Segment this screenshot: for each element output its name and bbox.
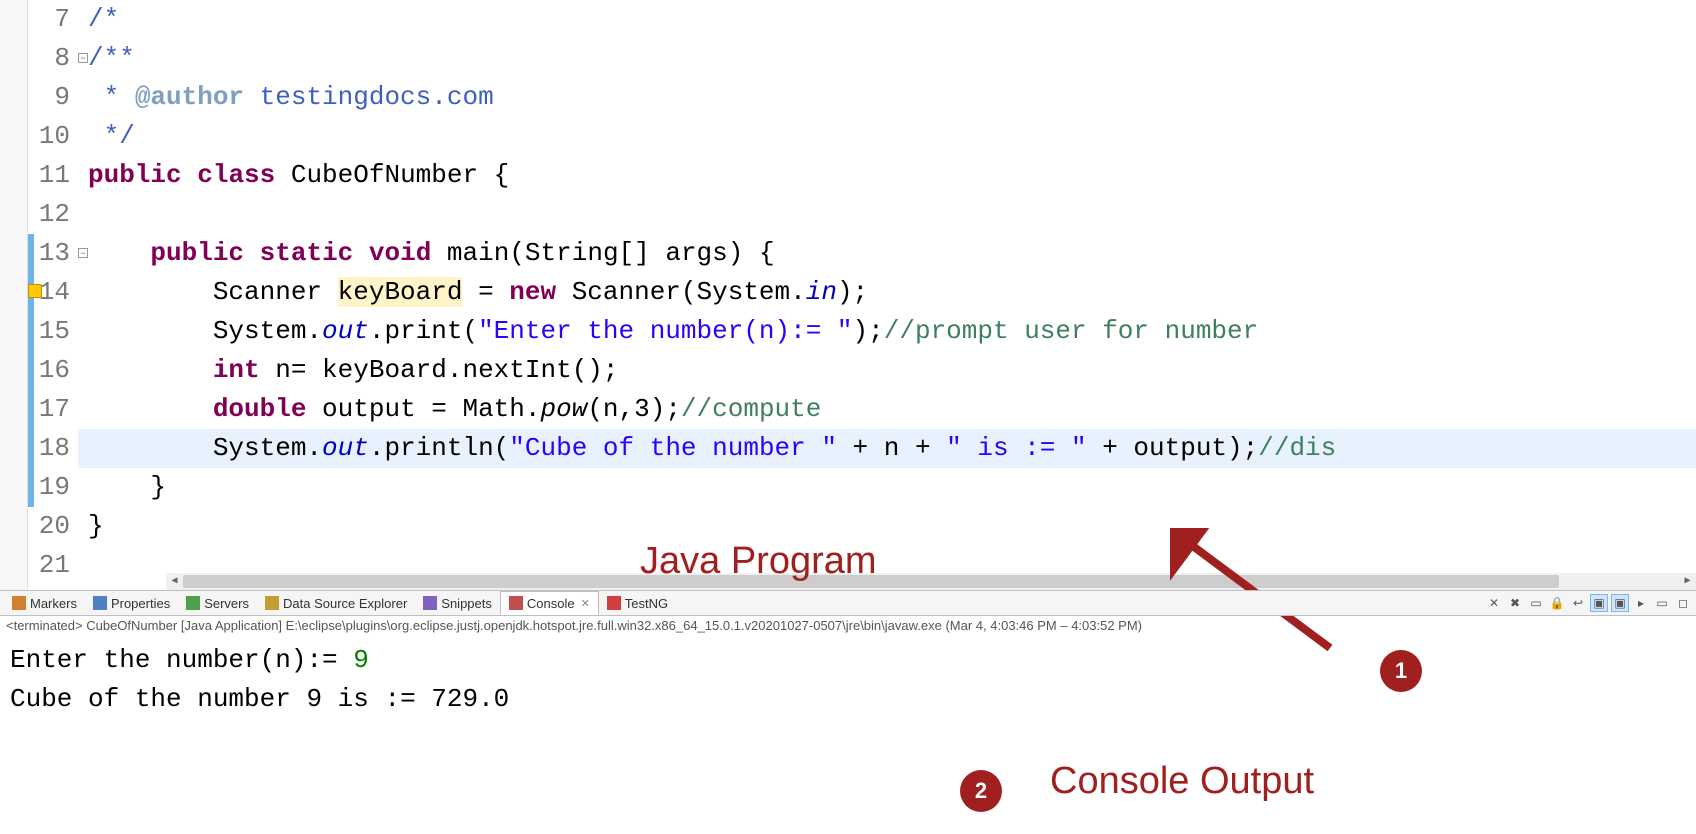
- tab-console[interactable]: Console ✕: [500, 591, 599, 615]
- line-number: 17: [28, 390, 78, 429]
- console-toolbar: ✕ ✖ ▭ 🔒 ↩ ▣ ▣ ▸ ▭ ◻: [1485, 594, 1692, 612]
- code-line[interactable]: System.out.println("Cube of the number "…: [78, 429, 1696, 468]
- code-line[interactable]: * @author testingdocs.com: [78, 78, 1696, 117]
- code-line[interactable]: /*: [78, 0, 1696, 39]
- line-number: 7: [28, 0, 78, 39]
- tab-label: TestNG: [625, 596, 668, 611]
- tab-icon: [93, 596, 107, 610]
- tab-label: Console: [527, 596, 575, 611]
- show-console-stdout-icon[interactable]: ▣: [1590, 594, 1608, 612]
- code-line[interactable]: }: [78, 507, 1696, 546]
- maximize-icon[interactable]: ◻: [1674, 594, 1692, 612]
- code-line[interactable]: Scanner keyBoard = new Scanner(System.in…: [78, 273, 1696, 312]
- code-line[interactable]: System.out.print("Enter the number(n):= …: [78, 312, 1696, 351]
- annotation-label-console: Console Output: [1050, 760, 1314, 803]
- line-number: 9: [28, 78, 78, 117]
- console-line: Cube of the number 9 is := 729.0: [10, 680, 1686, 719]
- tab-icon: [265, 596, 279, 610]
- horizontal-scrollbar[interactable]: ◀ ▶: [166, 573, 1696, 590]
- tab-label: Snippets: [441, 596, 492, 611]
- line-number: 19: [28, 468, 78, 507]
- console-output[interactable]: Enter the number(n):= 9 Cube of the numb…: [0, 635, 1696, 725]
- code-editor[interactable]: 789101112131415161718192021 /*/** * @aut…: [0, 0, 1696, 590]
- tab-markers[interactable]: Markers: [4, 591, 85, 615]
- tab-label: Data Source Explorer: [283, 596, 407, 611]
- console-line: Enter the number(n):= 9: [10, 641, 1686, 680]
- bottom-panel-tabs: Markers Properties Servers Data Source Expl…: [0, 590, 1696, 616]
- tab-testng[interactable]: TestNG: [599, 591, 676, 615]
- tab-icon: [423, 596, 437, 610]
- line-number: 10: [28, 117, 78, 156]
- scrollbar-track[interactable]: [183, 573, 1679, 590]
- code-pane[interactable]: /*/** * @author testingdocs.com */public…: [78, 0, 1696, 590]
- code-line[interactable]: /**: [78, 39, 1696, 78]
- code-line[interactable]: double output = Math.pow(n,3);//compute: [78, 390, 1696, 429]
- line-number: 18: [28, 429, 78, 468]
- scroll-lock-icon[interactable]: 🔒: [1548, 594, 1566, 612]
- close-icon[interactable]: ✕: [581, 597, 590, 610]
- line-number: 21: [28, 546, 78, 585]
- tab-label: Properties: [111, 596, 170, 611]
- code-line[interactable]: int n= keyBoard.nextInt();: [78, 351, 1696, 390]
- line-number: 8: [28, 39, 78, 78]
- line-number: 11: [28, 156, 78, 195]
- tab-properties[interactable]: Properties: [85, 591, 178, 615]
- line-number: 16: [28, 351, 78, 390]
- line-number: 12: [28, 195, 78, 234]
- annotation-badge-1: 1: [1380, 650, 1422, 692]
- code-line[interactable]: */: [78, 117, 1696, 156]
- remove-all-icon[interactable]: ✖: [1506, 594, 1524, 612]
- tab-servers[interactable]: Servers: [178, 591, 257, 615]
- tab-label: Markers: [30, 596, 77, 611]
- code-line[interactable]: }: [78, 468, 1696, 507]
- remove-launch-icon[interactable]: ✕: [1485, 594, 1503, 612]
- console-user-input: 9: [353, 645, 369, 675]
- tab-icon: [509, 596, 523, 610]
- line-number: 15: [28, 312, 78, 351]
- warning-icon[interactable]: [28, 284, 42, 298]
- editor-left-margin: [0, 0, 28, 590]
- tab-data-source-explorer[interactable]: Data Source Explorer: [257, 591, 415, 615]
- tab-icon: [607, 596, 621, 610]
- tab-icon: [186, 596, 200, 610]
- console-prompt-text: Enter the number(n):=: [10, 645, 353, 675]
- code-line[interactable]: public class CubeOfNumber {: [78, 156, 1696, 195]
- word-wrap-icon[interactable]: ↩: [1569, 594, 1587, 612]
- scroll-left-arrow-icon[interactable]: ◀: [166, 573, 183, 590]
- code-line[interactable]: [78, 195, 1696, 234]
- show-console-stderr-icon[interactable]: ▣: [1611, 594, 1629, 612]
- tab-snippets[interactable]: Snippets: [415, 591, 500, 615]
- fold-icon[interactable]: −: [78, 248, 88, 258]
- minimize-icon[interactable]: ▭: [1653, 594, 1671, 612]
- fold-icon[interactable]: −: [78, 53, 88, 63]
- scroll-right-arrow-icon[interactable]: ▶: [1679, 573, 1696, 590]
- method-marker-bar: [28, 234, 34, 507]
- annotation-label-program: Java Program: [640, 540, 877, 583]
- open-console-icon[interactable]: ▸: [1632, 594, 1650, 612]
- console-status-line: <terminated> CubeOfNumber [Java Applicat…: [0, 616, 1696, 635]
- annotation-badge-2: 2: [960, 770, 1002, 812]
- tab-label: Servers: [204, 596, 249, 611]
- code-line[interactable]: public static void main(String[] args) {: [78, 234, 1696, 273]
- line-number: 20: [28, 507, 78, 546]
- clear-console-icon[interactable]: ▭: [1527, 594, 1545, 612]
- tab-icon: [12, 596, 26, 610]
- line-number: 13: [28, 234, 78, 273]
